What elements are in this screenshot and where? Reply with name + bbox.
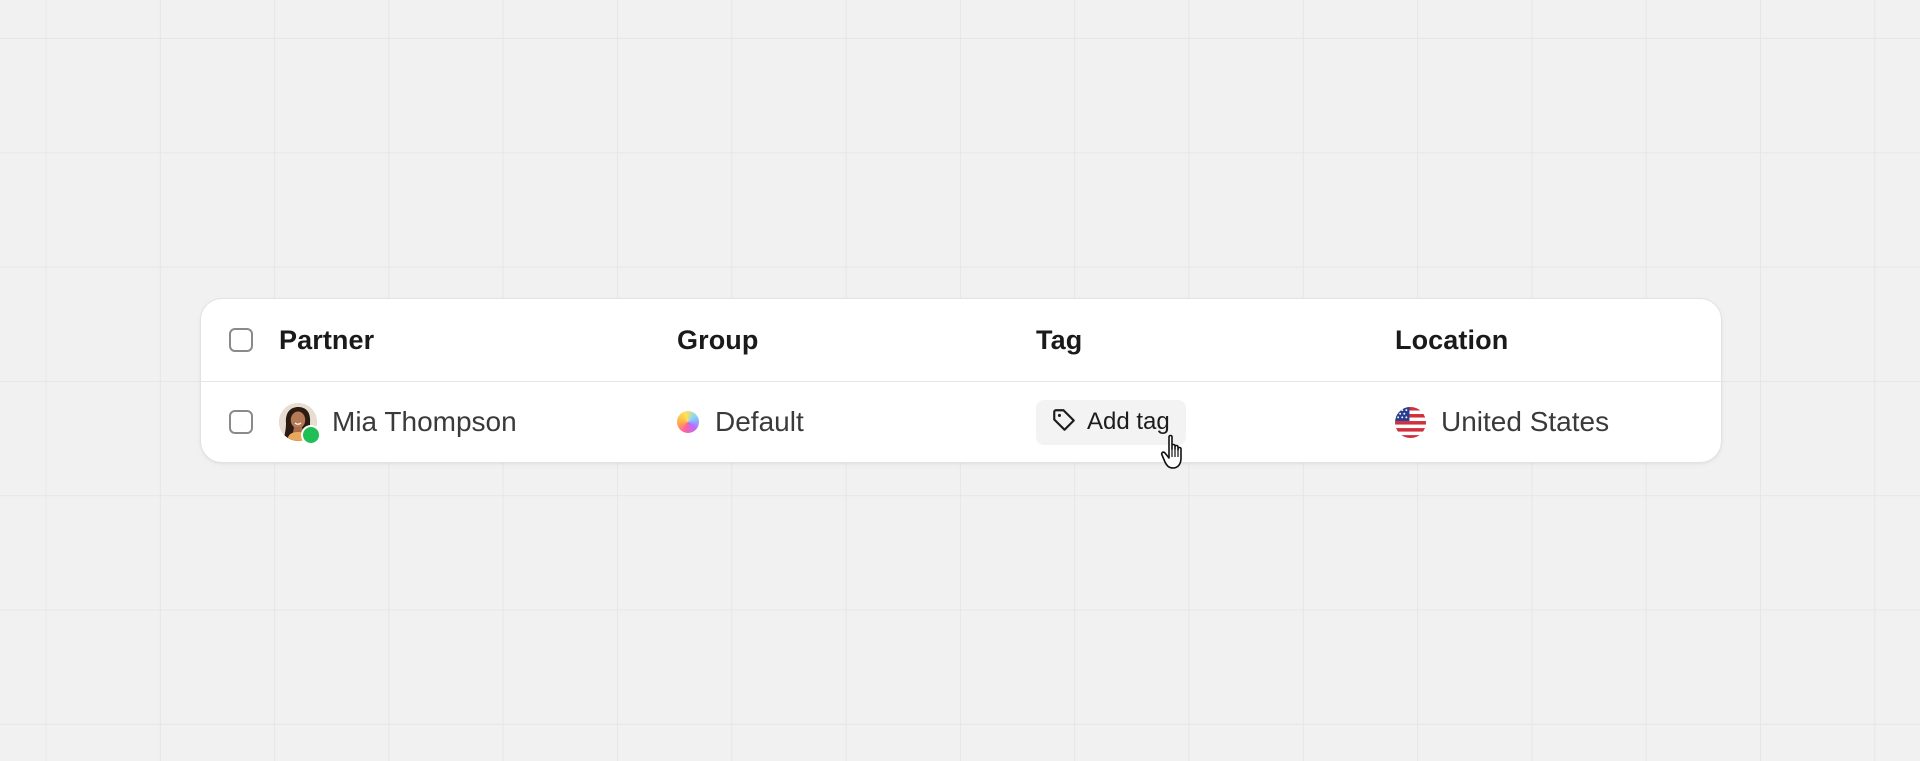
partner-name[interactable]: Mia Thompson [332, 406, 517, 438]
column-header-tag-label: Tag [1036, 324, 1083, 355]
column-header-partner-label: Partner [279, 324, 375, 355]
column-header-location[interactable]: Location [1395, 299, 1508, 381]
group-color-icon [677, 411, 699, 433]
online-status-indicator [301, 425, 321, 445]
avatar [279, 403, 321, 445]
row-select-cell [229, 381, 253, 463]
column-header-location-label: Location [1395, 324, 1509, 355]
partner-cell[interactable]: Mia Thompson [279, 381, 517, 463]
add-tag-label: Add tag [1087, 408, 1170, 435]
select-all-checkbox[interactable] [229, 328, 253, 352]
tag-icon [1051, 407, 1077, 438]
tag-cell: Add tag [1036, 381, 1186, 463]
location-cell: United States [1395, 381, 1609, 463]
column-header-tag[interactable]: Tag [1036, 299, 1082, 381]
table-row[interactable]: Mia Thompson Default Add tag United Stat… [201, 381, 1721, 463]
column-header-group-label: Group [677, 324, 759, 355]
add-tag-button[interactable]: Add tag [1036, 399, 1186, 445]
select-all-cell [229, 299, 253, 381]
column-header-partner[interactable]: Partner [279, 299, 374, 381]
row-select-checkbox[interactable] [229, 410, 253, 434]
group-name: Default [715, 406, 804, 437]
column-header-group[interactable]: Group [677, 299, 759, 381]
location-name: United States [1441, 406, 1610, 437]
group-cell: Default [677, 381, 804, 463]
table-header: Partner Group Tag Location [201, 299, 1721, 382]
partners-table: Partner Group Tag Location Mia Thompson … [200, 298, 1722, 463]
us-flag-icon [1395, 406, 1426, 438]
